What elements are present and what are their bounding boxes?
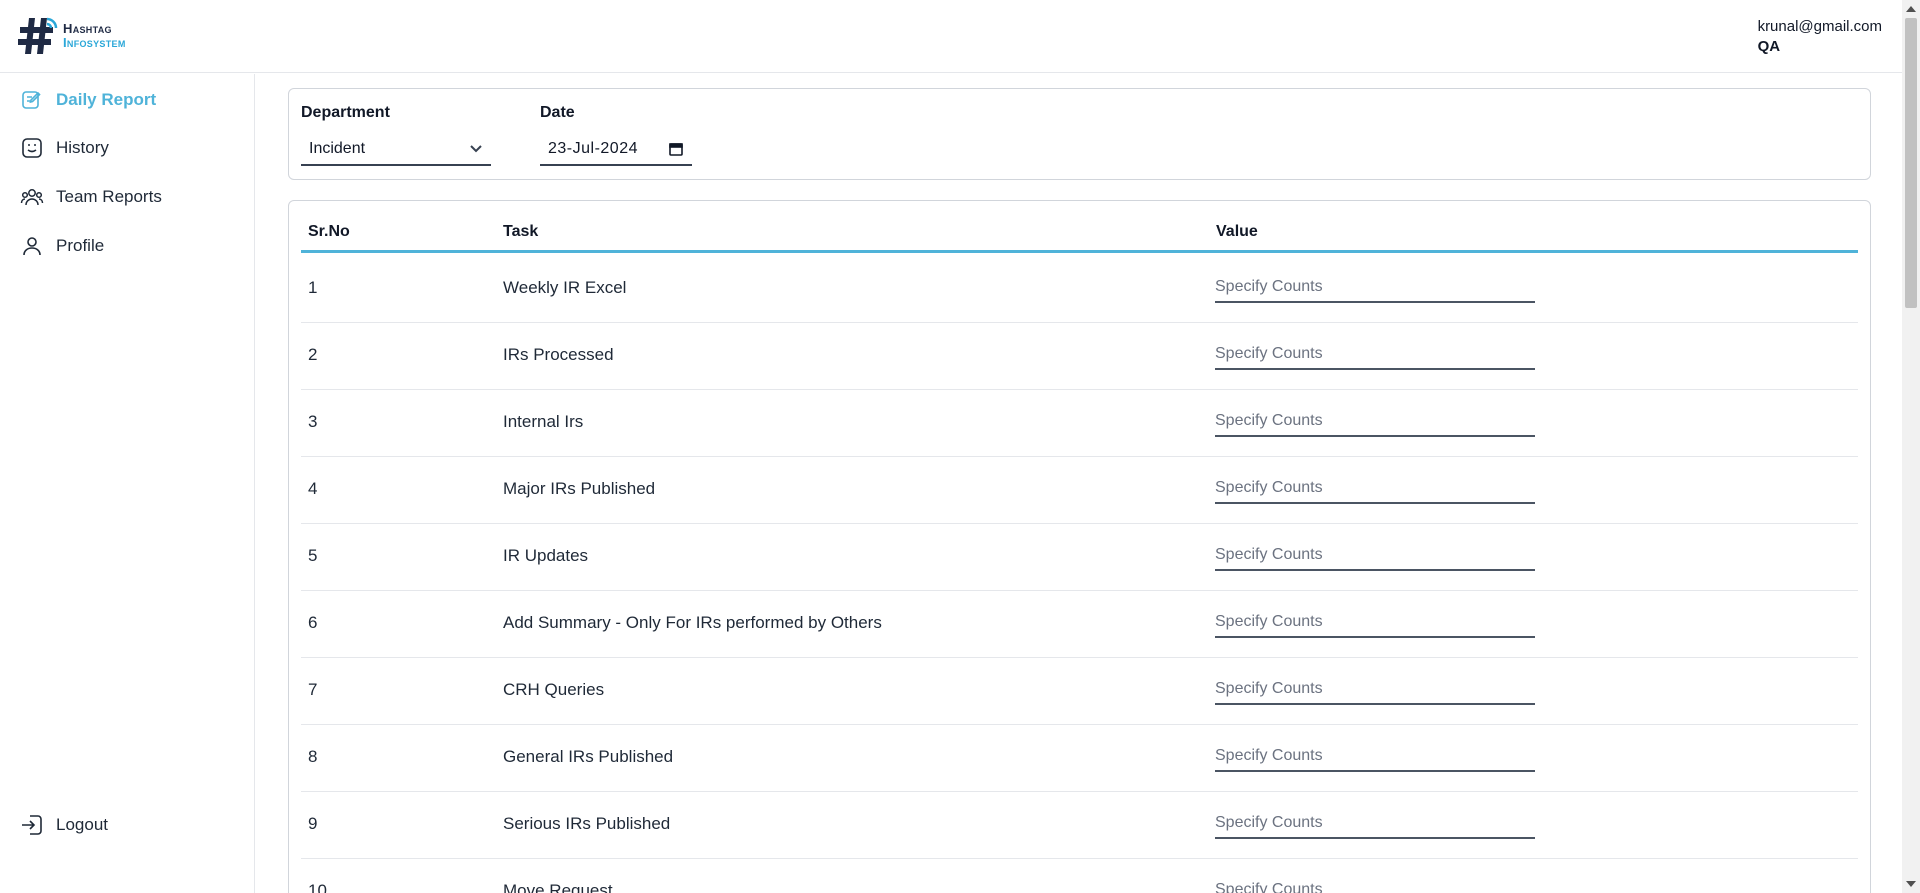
row-number: 5 xyxy=(308,546,318,565)
sidebar-item-label: Daily Report xyxy=(56,90,157,109)
tasks-table: Sr.No Task Value 1 Weekly IR Excel Specify… xyxy=(288,200,1871,893)
count-input-placeholder: Specify Counts xyxy=(1215,881,1323,893)
row-number: 4 xyxy=(308,479,318,498)
count-input[interactable]: Specify Counts xyxy=(1215,541,1535,571)
row-task: Internal Irs xyxy=(503,412,584,431)
row-task: CRH Queries xyxy=(503,680,605,699)
row-number: 3 xyxy=(308,412,318,431)
count-input[interactable]: Specify Counts xyxy=(1215,474,1535,504)
brand-wordmark: Hashtag Infosystem xyxy=(63,22,126,50)
count-input[interactable]: Specify Counts xyxy=(1215,809,1535,839)
edit-report-icon xyxy=(22,91,41,109)
sidebar-item-label: History xyxy=(56,138,109,157)
row-task: Move Request xyxy=(503,881,613,893)
sidebar-item-profile[interactable]: Profile xyxy=(20,234,104,258)
hashtag-logo-icon xyxy=(18,17,58,54)
scroll-up-arrow-icon[interactable] xyxy=(1906,6,1916,12)
user-role: QA xyxy=(1757,38,1781,55)
brand-line-2: Infosystem xyxy=(63,35,126,50)
count-input[interactable]: Specify Counts xyxy=(1215,407,1535,437)
date-value: 23-Jul-2024 xyxy=(548,140,638,157)
count-input-placeholder: Specify Counts xyxy=(1215,613,1323,630)
sidebar-item-daily-report[interactable]: Daily Report xyxy=(20,88,156,112)
column-header-sr-no: Sr.No xyxy=(308,223,350,240)
logout-icon xyxy=(22,815,42,835)
calendar-icon[interactable] xyxy=(668,141,684,157)
count-input[interactable]: Specify Counts xyxy=(1215,675,1535,705)
row-task: IR Updates xyxy=(503,546,589,565)
count-input-placeholder: Specify Counts xyxy=(1215,680,1323,697)
brand-line-1: Hashtag xyxy=(63,21,112,36)
scroll-thumb[interactable] xyxy=(1905,18,1917,308)
count-input-placeholder: Specify Counts xyxy=(1215,345,1323,362)
column-header-task: Task xyxy=(503,223,539,240)
logout-button[interactable]: Logout xyxy=(20,813,108,837)
row-number: 8 xyxy=(308,747,318,766)
date-label: Date xyxy=(540,104,575,121)
count-input-placeholder: Specify Counts xyxy=(1215,278,1323,295)
count-input-placeholder: Specify Counts xyxy=(1215,747,1323,764)
table-row: 5 IR Updates Specify Counts xyxy=(301,524,1858,591)
department-select[interactable]: Incident xyxy=(301,134,491,166)
row-number: 9 xyxy=(308,814,318,833)
sidebar-item-team-reports[interactable]: Team Reports xyxy=(20,185,162,209)
scroll-down-arrow-icon[interactable] xyxy=(1906,881,1916,887)
count-input[interactable]: Specify Counts xyxy=(1215,340,1535,370)
count-input-placeholder: Specify Counts xyxy=(1215,546,1323,563)
row-task: Serious IRs Published xyxy=(503,814,671,833)
column-header-value: Value xyxy=(1216,223,1258,240)
chevron-down-icon xyxy=(470,145,482,153)
page-scrollbar[interactable] xyxy=(1902,0,1920,893)
brand-logo[interactable]: Hashtag Infosystem xyxy=(17,16,126,56)
table-row: 1 Weekly IR Excel Specify Counts xyxy=(301,256,1858,323)
count-input-placeholder: Specify Counts xyxy=(1215,814,1323,831)
sidebar: Daily Report History Team Reports Profil… xyxy=(0,74,255,893)
row-number: 7 xyxy=(308,680,318,699)
row-task: General IRs Published xyxy=(503,747,674,766)
logout-label: Logout xyxy=(56,815,108,834)
table-row: 7 CRH Queries Specify Counts xyxy=(301,658,1858,725)
row-number: 1 xyxy=(308,278,318,297)
count-input-placeholder: Specify Counts xyxy=(1215,479,1323,496)
count-input[interactable]: Specify Counts xyxy=(1215,742,1535,772)
row-number: 2 xyxy=(308,345,318,364)
row-task: Major IRs Published xyxy=(503,479,656,498)
row-number: 10 xyxy=(308,881,327,893)
count-input-placeholder: Specify Counts xyxy=(1215,412,1323,429)
table-row: 3 Internal Irs Specify Counts xyxy=(301,390,1858,457)
count-input[interactable]: Specify Counts xyxy=(1215,608,1535,638)
table-row: 6 Add Summary - Only For IRs performed by… xyxy=(301,591,1858,658)
sidebar-item-label: Profile xyxy=(56,236,105,255)
table-row: 4 Major IRs Published Specify Counts xyxy=(301,457,1858,524)
sidebar-item-label: Team Reports xyxy=(56,187,162,206)
user-email: krunal@gmail.com xyxy=(1757,18,1882,35)
table-header: Sr.No Task Value xyxy=(301,219,1858,253)
table-row: 10 Move Request Specify Counts xyxy=(301,859,1858,893)
filter-panel: Department Incident Date 23-Jul-2024 xyxy=(288,88,1871,180)
row-task: Weekly IR Excel xyxy=(503,278,627,297)
row-task: IRs Processed xyxy=(503,345,614,364)
user-icon xyxy=(23,237,41,256)
table-row: 2 IRs Processed Specify Counts xyxy=(301,323,1858,390)
count-input[interactable]: Specify Counts xyxy=(1215,273,1535,303)
history-icon xyxy=(22,138,42,158)
count-input[interactable]: Specify Counts xyxy=(1215,876,1535,893)
department-value: Incident xyxy=(309,140,366,157)
sidebar-item-history[interactable]: History xyxy=(20,136,109,160)
table-row: 8 General IRs Published Specify Counts xyxy=(301,725,1858,792)
date-input[interactable]: 23-Jul-2024 xyxy=(540,134,692,166)
team-icon xyxy=(20,189,44,206)
row-task: Add Summary - Only For IRs performed by … xyxy=(503,613,882,632)
department-label: Department xyxy=(301,104,390,121)
user-info: krunal@gmail.com QA xyxy=(1758,17,1882,57)
table-row: 9 Serious IRs Published Specify Counts xyxy=(301,792,1858,859)
top-header: Hashtag Infosystem krunal@gmail.com QA xyxy=(0,0,1902,73)
row-number: 6 xyxy=(308,613,318,632)
